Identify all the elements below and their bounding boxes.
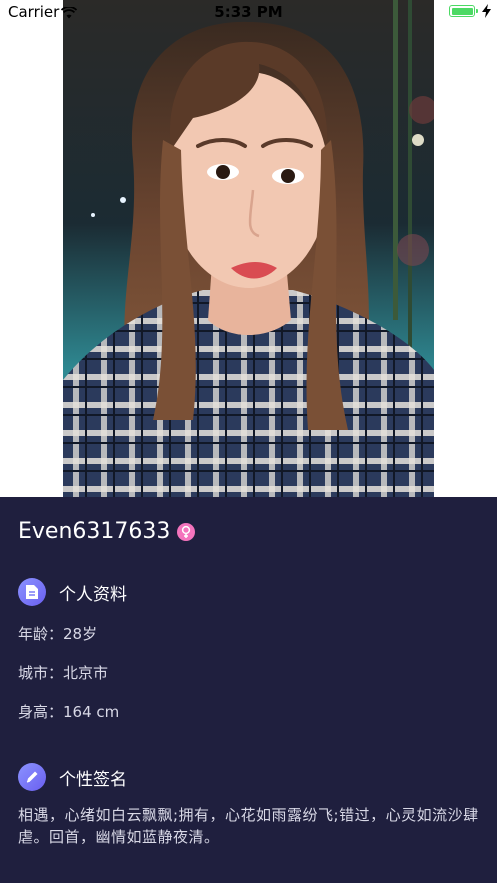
female-icon — [177, 522, 196, 541]
battery-icon — [449, 5, 478, 17]
signature-header: 个性签名 — [18, 763, 127, 791]
info-label: 年龄： — [18, 625, 64, 643]
document-icon — [18, 578, 46, 606]
profile-info-panel: Even6317633 个人资料 年龄：28岁 城市：北京市 身高：164 cm — [0, 497, 497, 883]
info-row-city: 城市：北京市 — [18, 662, 108, 683]
username: Even6317633 — [18, 519, 171, 544]
info-value: 164 cm — [63, 703, 120, 721]
clock: 5:33 PM — [214, 3, 283, 21]
pencil-icon — [18, 763, 46, 791]
info-row-age: 年龄：28岁 — [18, 623, 97, 644]
status-bar: Carrier 5:33 PM — [0, 0, 497, 26]
info-label: 城市： — [18, 664, 64, 682]
username-row: Even6317633 — [18, 519, 196, 544]
signature-title: 个性签名 — [59, 769, 127, 790]
profile-photo[interactable] — [63, 0, 434, 497]
info-label: 身高： — [18, 703, 64, 721]
info-value: 北京市 — [63, 664, 109, 682]
signature-text: 相遇，心绪如白云飘飘;拥有，心花如雨露纷飞;错过，心灵如流沙肆虐。回首，幽情如蓝… — [18, 806, 479, 846]
personal-info-header: 个人资料 — [18, 578, 127, 606]
charging-icon — [482, 4, 491, 22]
info-row-height: 身高：164 cm — [18, 701, 119, 722]
info-value: 28岁 — [63, 625, 98, 643]
personal-info-title: 个人资料 — [59, 584, 127, 605]
